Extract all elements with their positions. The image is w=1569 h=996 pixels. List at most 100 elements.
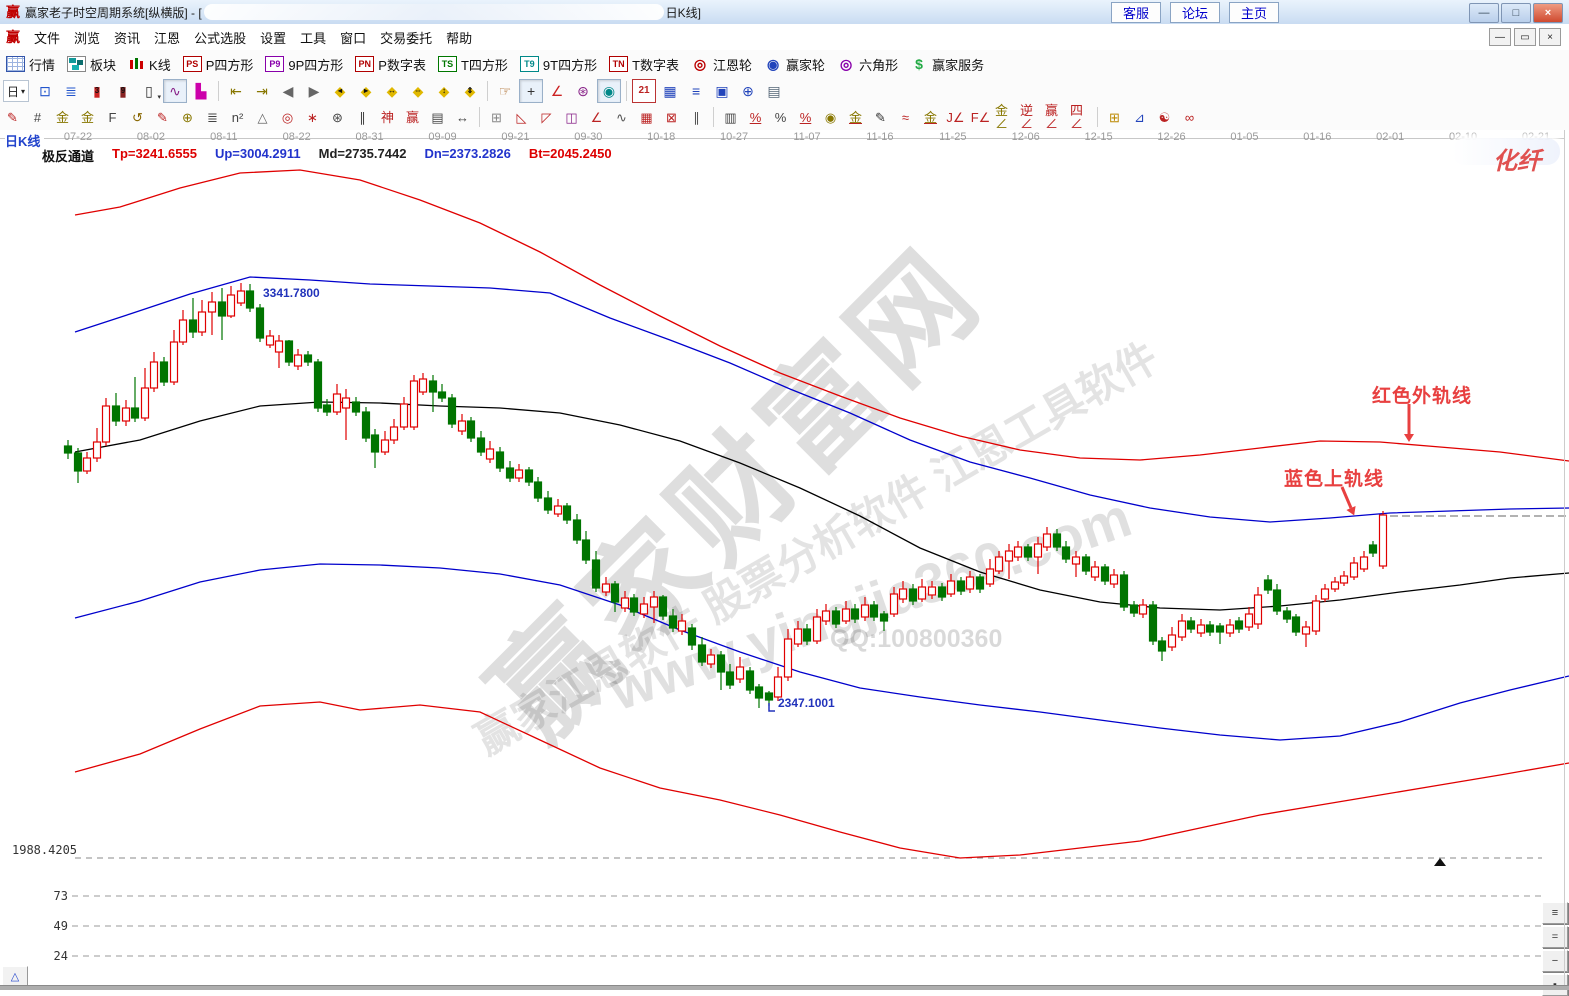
grid-box-tool[interactable]: ▦ — [635, 106, 658, 129]
column-stats-tool[interactable]: ▥ — [719, 106, 742, 129]
pattern-button[interactable]: ◉ — [597, 79, 621, 103]
calculator-button[interactable]: ▦ — [658, 79, 682, 103]
first-bar-button[interactable]: ⇤ — [224, 79, 248, 103]
close-button[interactable]: × — [1533, 3, 1563, 23]
width-measure-tool[interactable]: ↔ — [451, 106, 474, 129]
homepage-button[interactable]: 主页 — [1229, 2, 1279, 23]
ni-angle-tool[interactable]: 逆∠ — [1019, 106, 1042, 129]
ink-pen-tool[interactable]: ✎ — [869, 106, 892, 129]
trend-chart-tool[interactable]: ⊿ — [1128, 106, 1151, 129]
web-grid-tool[interactable]: ⊛ — [326, 106, 349, 129]
marker-pen-tool[interactable]: ✎ — [151, 106, 174, 129]
menu-item-窗口[interactable]: 窗口 — [334, 25, 372, 50]
gann-wheel-button[interactable]: ◎江恩轮 — [691, 55, 752, 74]
child-minimize-button[interactable]: — — [1489, 28, 1511, 46]
gold-grid-2-tool[interactable]: 金 — [76, 106, 99, 129]
line-ruler-tool[interactable]: ≣ — [201, 106, 224, 129]
calendar-button[interactable]: 21 — [632, 79, 656, 103]
kline-9-button[interactable]: ▮9 — [111, 79, 135, 103]
j-angle-tool[interactable]: J∠ — [944, 106, 967, 129]
ying-angle-tool[interactable]: 赢∠ — [1044, 106, 1067, 129]
angle-lines-tool[interactable]: ∠ — [585, 106, 608, 129]
spiral-tool[interactable]: ↺ — [126, 106, 149, 129]
ruler-123-tool[interactable]: ▤ — [426, 106, 449, 129]
p-number-button[interactable]: PNP数字表 — [355, 55, 426, 74]
menu-item-设置[interactable]: 设置 — [254, 25, 292, 50]
kline-button[interactable]: K线 — [128, 55, 171, 74]
menu-item-文件[interactable]: 文件 — [28, 25, 66, 50]
crosshair-button[interactable]: + — [519, 79, 543, 103]
yellow-grid-tool[interactable]: ⊞ — [1103, 106, 1126, 129]
zoom-window-button[interactable]: ⊡ — [33, 79, 57, 103]
t-number-button[interactable]: TNT数字表 — [609, 55, 679, 74]
candle-style-dropdown[interactable]: ▯▾ — [137, 79, 161, 103]
diamond-vcompress-button[interactable]: ◆⇕ — [458, 79, 482, 103]
web-box-tool[interactable]: ◫ — [560, 106, 583, 129]
gold-grid-tool[interactable]: 金 — [51, 106, 74, 129]
export-button[interactable]: ▤ — [762, 79, 786, 103]
si-angle-tool[interactable]: 四∠ — [1069, 106, 1092, 129]
kline-3-button[interactable]: ▮3 — [85, 79, 109, 103]
quotes-button[interactable]: 行情 — [6, 55, 55, 74]
diamond-vexpand-button[interactable]: ◆↕ — [432, 79, 456, 103]
menu-item-公式选股[interactable]: 公式选股 — [188, 25, 252, 50]
draw-pen-tool[interactable]: ✎ — [1, 106, 24, 129]
menu-item-资讯[interactable]: 资讯 — [108, 25, 146, 50]
wave-tool[interactable]: ∿ — [610, 106, 633, 129]
diamond-hcompress-button[interactable]: ◆⇔ — [406, 79, 430, 103]
ying-grid-tool[interactable]: 赢 — [401, 106, 424, 129]
t-square-button[interactable]: TST四方形 — [438, 55, 508, 74]
percent-tool[interactable]: % — [769, 106, 792, 129]
sectors-button[interactable]: 板块 — [67, 55, 116, 74]
channel-toggle-button[interactable]: ∿ — [163, 79, 187, 103]
color-chart-button[interactable]: ▙ — [189, 79, 213, 103]
wave-gold-tool[interactable]: ≈ — [894, 106, 917, 129]
compass-tool[interactable]: △ — [251, 106, 274, 129]
n-square-tool[interactable]: n² — [226, 106, 249, 129]
expand-panel-button[interactable]: △ — [2, 966, 28, 986]
maximize-button[interactable]: □ — [1501, 3, 1531, 23]
winner-service-button[interactable]: $赢家服务 — [910, 55, 984, 74]
child-close-button[interactable]: × — [1539, 28, 1561, 46]
diamond-hexpand-button[interactable]: ◆↔ — [380, 79, 404, 103]
f-angle-tool[interactable]: F∠ — [969, 106, 992, 129]
percent-underline-tool[interactable]: % — [794, 106, 817, 129]
last-bar-button[interactable]: ⇥ — [250, 79, 274, 103]
fibonacci-grid-tool[interactable]: F — [101, 106, 124, 129]
menu-item-工具[interactable]: 工具 — [294, 25, 332, 50]
9t-square-button[interactable]: T99T四方形 — [520, 55, 597, 74]
9p-square-button[interactable]: P99P四方形 — [265, 55, 343, 74]
kline-chart[interactable] — [0, 130, 1569, 989]
gann-target-tool[interactable]: ◎ — [276, 106, 299, 129]
taichi-tool[interactable]: ☯ — [1153, 106, 1176, 129]
fan-lines-tool[interactable]: ◺ — [510, 106, 533, 129]
menu-item-交易委托[interactable]: 交易委托 — [374, 25, 438, 50]
pane-grid-tool[interactable]: ⊞ — [485, 106, 508, 129]
shen-grid-tool[interactable]: 神 — [376, 106, 399, 129]
infinity-tool[interactable]: ∞ — [1178, 106, 1201, 129]
save-button[interactable]: ▣ — [710, 79, 734, 103]
memo-button[interactable]: ≡ — [684, 79, 708, 103]
p-square-button[interactable]: PSP四方形 — [183, 55, 254, 74]
forum-button[interactable]: 论坛 — [1170, 2, 1220, 23]
save-web-button[interactable]: ⊕ — [736, 79, 760, 103]
spider-web-tool[interactable]: ∗ — [301, 106, 324, 129]
winner-wheel-button[interactable]: ◉赢家轮 — [764, 55, 825, 74]
fan-box-tool[interactable]: ◸ — [535, 106, 558, 129]
menu-item-浏览[interactable]: 浏览 — [68, 25, 106, 50]
hexagon-button[interactable]: ◎六角形 — [837, 55, 898, 74]
gann-gauge-tool[interactable]: ⊕ — [176, 106, 199, 129]
next-bar-button[interactable]: ▶ — [302, 79, 326, 103]
menu-item-帮助[interactable]: 帮助 — [440, 25, 478, 50]
period-day-dropdown[interactable]: 日▾ — [3, 80, 29, 102]
diamond-right-button[interactable]: ◆▸ — [354, 79, 378, 103]
gold-underline-tool[interactable]: 金 — [919, 106, 942, 129]
customer-service-button[interactable]: 客服 — [1111, 2, 1161, 23]
percent-line-tool[interactable]: % — [744, 106, 767, 129]
gold-line-tool[interactable]: 金 — [844, 106, 867, 129]
quote-detail-button[interactable]: ≣ — [59, 79, 83, 103]
diamond-left-button[interactable]: ◆◂ — [328, 79, 352, 103]
angle-measure-button[interactable]: ∠ — [545, 79, 569, 103]
quote-bars-tool[interactable]: ∥ — [351, 106, 374, 129]
gold-circle-tool[interactable]: ◉ — [819, 106, 842, 129]
